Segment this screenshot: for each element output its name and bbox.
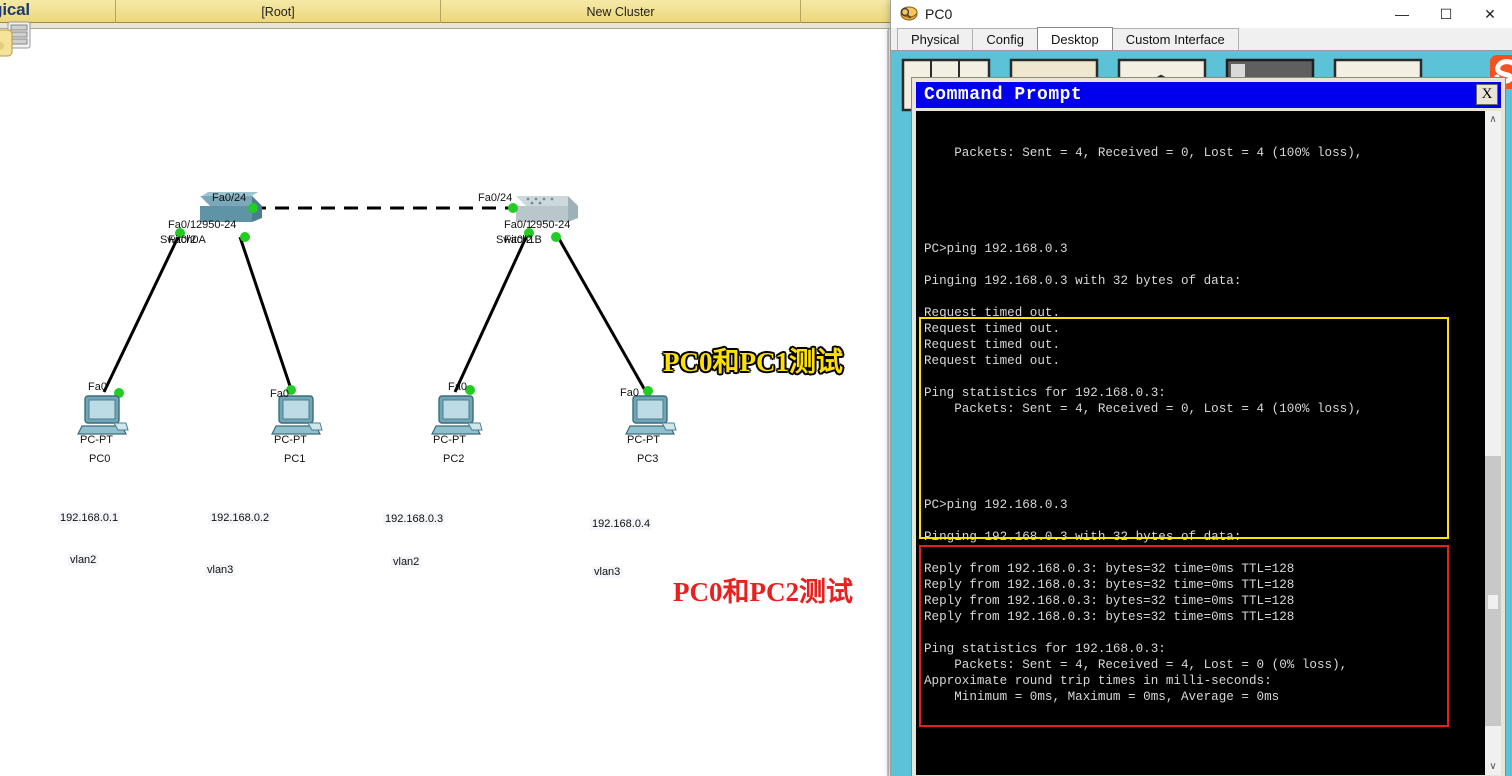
scroll-up-button[interactable]: ∧ <box>1485 111 1501 128</box>
terminal-output[interactable]: Packets: Sent = 4, Received = 0, Lost = … <box>916 111 1484 775</box>
pc0-title-text: PC0 <box>925 6 953 22</box>
scroll-down-button[interactable]: ∨ <box>1485 758 1501 775</box>
switch-a-name-label: Switch0A <box>160 234 206 246</box>
window-controls: — ☐ ✕ <box>1380 0 1512 28</box>
switch-b-port1-label: Fa0/1 <box>504 219 533 231</box>
switch-a-model-label: 2950-24 <box>196 219 237 231</box>
pc0-tabbar: Physical Config Desktop Custom Interface <box>891 27 1512 51</box>
logical-view-tab[interactable]: ogical <box>0 0 30 20</box>
breadcrumb-root[interactable]: [Root] <box>115 0 440 23</box>
pc2-ip-label: 192.168.0.3 <box>383 513 446 525</box>
pc0-desktop-pane: Command Prompt X Packets: Sent = 4, Rece… <box>891 51 1512 776</box>
pc2-name-label: PC2 <box>443 453 465 465</box>
pc0-name-label: PC0 <box>89 453 111 465</box>
pc1-port-label: Fa0 <box>270 388 289 400</box>
breadcrumb-new-cluster[interactable]: New Cluster <box>440 0 800 23</box>
pc3-model-label: PC-PT <box>627 434 660 446</box>
packet-tracer-pc-icon <box>900 6 918 21</box>
close-icon[interactable]: ✕ <box>1468 0 1512 28</box>
pc1-vlan-label: vlan3 <box>205 564 236 576</box>
pc2-port-label: Fa0 <box>448 381 467 393</box>
breadcrumb-blank[interactable] <box>800 0 895 23</box>
pc1-model-label: PC-PT <box>274 434 307 446</box>
pc0-ip-label: 192.168.0.1 <box>58 512 121 524</box>
pc0-titlebar[interactable]: PC0 — ☐ ✕ <box>891 0 1512 28</box>
packet-tracer-workspace: Fa0/24 Fa0/1 Fa0/2 2950-24 Switch0A Fa0/… <box>0 0 895 776</box>
annotation-pc0-pc1-test: PC0和PC1测试 <box>663 347 843 377</box>
pc2-vlan-label: vlan2 <box>391 556 422 568</box>
pc0-window: PC0 — ☐ ✕ Physical Config Desktop Custom… <box>890 0 1512 776</box>
scrollbar-thumb[interactable] <box>1485 456 1501 726</box>
pc0-model-label: PC-PT <box>80 434 113 446</box>
tab-custom-interface[interactable]: Custom Interface <box>1111 28 1239 50</box>
pc3-ip-label: 192.168.0.4 <box>590 518 653 530</box>
annotation-pc0-pc2-test: PC0和PC2测试 <box>673 577 853 607</box>
switch-b-model-label: 2950-24 <box>530 219 571 231</box>
scrollbar-grip <box>1488 595 1498 609</box>
switch-b-uplink-port-label: Fa0/24 <box>478 192 513 204</box>
terminal-block-ping-0-3-success: PC>ping 192.168.0.3 Pinging 192.168.0.3 … <box>924 498 1348 704</box>
pc1-ip-label: 192.168.0.2 <box>209 512 272 524</box>
terminal-block-ping-0-3-failed: PC>ping 192.168.0.3 Pinging 192.168.0.3 … <box>924 242 1363 416</box>
command-prompt-window: Command Prompt X Packets: Sent = 4, Rece… <box>911 77 1506 776</box>
pc3-vlan-label: vlan3 <box>592 566 623 578</box>
tab-desktop[interactable]: Desktop <box>1037 27 1113 50</box>
packet-tracer-subbar <box>0 23 895 29</box>
maximize-icon[interactable]: ☐ <box>1424 0 1468 28</box>
command-prompt-close-button[interactable]: X <box>1476 84 1498 105</box>
switch-a-uplink-port-label: Fa0/24 <box>212 192 247 204</box>
switch-a-port1-label: Fa0/1 <box>168 219 197 231</box>
tab-physical[interactable]: Physical <box>897 28 974 50</box>
pc1-name-label: PC1 <box>284 453 306 465</box>
pc0-port-label: Fa0 <box>88 381 107 393</box>
command-prompt-body: Packets: Sent = 4, Received = 0, Lost = … <box>916 111 1501 775</box>
terminal-scrollbar[interactable]: ∧ ∨ <box>1484 111 1501 775</box>
switch-b-name-label: Switch1B <box>496 234 542 246</box>
move-layout-icon[interactable] <box>0 20 34 64</box>
pc3-port-label: Fa0 <box>620 387 639 399</box>
minimize-icon[interactable]: — <box>1380 0 1424 28</box>
command-prompt-titlebar[interactable]: Command Prompt X <box>916 82 1501 108</box>
pc2-model-label: PC-PT <box>433 434 466 446</box>
pc3-name-label: PC3 <box>637 453 659 465</box>
terminal-line-top-partial: Packets: Sent = 4, Received = 0, Lost = … <box>924 146 1363 160</box>
packet-tracer-topbar: ogical [Root] New Cluster <box>0 0 895 23</box>
tab-config[interactable]: Config <box>972 28 1038 50</box>
command-prompt-title: Command Prompt <box>924 85 1083 105</box>
pc0-vlan-label: vlan2 <box>68 554 99 566</box>
